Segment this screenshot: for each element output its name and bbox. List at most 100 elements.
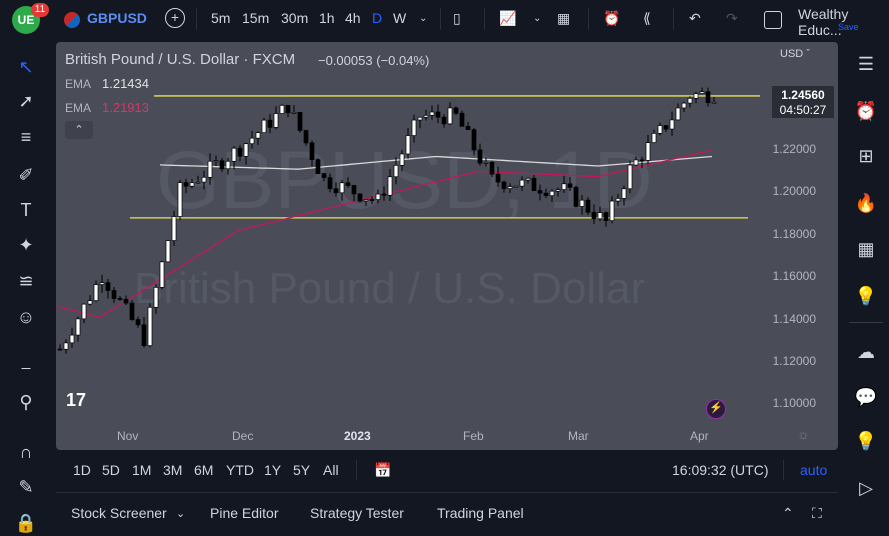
candle bbox=[57, 344, 63, 351]
play-icon[interactable]: ▷ bbox=[852, 474, 880, 502]
settings-icon[interactable]: ☼ bbox=[797, 426, 810, 442]
candle-body bbox=[117, 298, 123, 300]
ruler-icon[interactable]: ⎯ bbox=[13, 354, 39, 380]
auto-scale-toggle[interactable]: auto bbox=[800, 462, 827, 478]
emoji-icon[interactable]: ☺ bbox=[13, 304, 39, 330]
replay-icon[interactable]: ⟪ bbox=[643, 10, 651, 27]
currency-dropdown[interactable]: USD ˇ bbox=[780, 48, 810, 60]
candle bbox=[459, 110, 465, 127]
cursor-icon[interactable]: ↖ bbox=[13, 54, 39, 80]
text-icon[interactable]: T bbox=[13, 197, 39, 223]
compare-add-icon[interactable]: + bbox=[165, 8, 185, 28]
candle-body bbox=[633, 159, 639, 166]
symbol-search[interactable]: GBPUSD bbox=[87, 10, 147, 26]
candle bbox=[195, 175, 201, 184]
chevron-down-icon[interactable]: ⌄ bbox=[176, 507, 185, 520]
candle bbox=[399, 149, 405, 172]
tab-stock-screener[interactable]: Stock Screener bbox=[71, 505, 167, 521]
magnet-icon[interactable]: ∩ bbox=[13, 439, 39, 465]
tab-strategy-tester[interactable]: Strategy Tester bbox=[310, 505, 404, 521]
interval-15m[interactable]: 15m bbox=[242, 10, 269, 26]
range-1M[interactable]: 1M bbox=[132, 462, 151, 478]
notification-badge: 11 bbox=[31, 3, 49, 17]
range-5Y[interactable]: 5Y bbox=[293, 462, 310, 478]
utc-clock[interactable]: 16:09:32 (UTC) bbox=[672, 462, 768, 478]
tab-pine-editor[interactable]: Pine Editor bbox=[210, 505, 278, 521]
candle-body bbox=[609, 200, 615, 221]
candle bbox=[117, 296, 123, 301]
range-YTD[interactable]: YTD bbox=[226, 462, 254, 478]
candle-body bbox=[585, 199, 591, 213]
lock-icon[interactable]: 🔒 bbox=[13, 510, 39, 536]
interval-1h[interactable]: 1h bbox=[319, 10, 335, 26]
candle-body bbox=[501, 181, 507, 189]
candle-body bbox=[291, 112, 297, 114]
interval-30m[interactable]: 30m bbox=[281, 10, 308, 26]
range-3M[interactable]: 3M bbox=[163, 462, 182, 478]
tab-trading-panel[interactable]: Trading Panel bbox=[437, 505, 524, 521]
chevron-down-icon[interactable]: ⌄ bbox=[419, 13, 427, 24]
candle bbox=[531, 174, 537, 191]
candle bbox=[243, 142, 249, 165]
collapse-legend-button[interactable]: ⌃ bbox=[65, 121, 93, 139]
range-6M[interactable]: 6M bbox=[194, 462, 213, 478]
candle-body bbox=[57, 348, 63, 351]
candle bbox=[207, 153, 213, 185]
candle-body bbox=[495, 173, 501, 183]
zoom-icon[interactable]: ⚲ bbox=[13, 389, 39, 415]
candle-body bbox=[99, 282, 105, 285]
candle-body bbox=[249, 137, 255, 145]
watchlist-icon[interactable]: ☰ bbox=[852, 50, 880, 78]
lock-draw-icon[interactable]: ✎ bbox=[13, 474, 39, 500]
fib-icon[interactable]: ≡ bbox=[13, 124, 39, 150]
redo-icon[interactable]: ↷ bbox=[726, 10, 738, 27]
price-chart[interactable] bbox=[56, 42, 838, 450]
maximize-panel-icon[interactable]: ⛶ bbox=[812, 505, 822, 522]
candle-body bbox=[669, 119, 675, 130]
undo-icon[interactable]: ↶ bbox=[689, 10, 701, 27]
add-list-icon[interactable]: ⊞ bbox=[852, 142, 880, 170]
interval-5m[interactable]: 5m bbox=[211, 10, 230, 26]
brush-icon[interactable]: ✐ bbox=[13, 162, 39, 188]
lightning-icon[interactable]: ⚡ bbox=[706, 399, 726, 419]
alarm-clock-icon[interactable]: ⏰ bbox=[852, 97, 880, 125]
interval-4h[interactable]: 4h bbox=[345, 10, 361, 26]
messages-icon[interactable]: 💬 bbox=[852, 383, 880, 411]
candle bbox=[417, 116, 423, 129]
candle bbox=[267, 114, 273, 134]
range-All[interactable]: All bbox=[323, 462, 339, 478]
range-1D[interactable]: 1D bbox=[73, 462, 91, 478]
trendline-icon[interactable]: ➚ bbox=[13, 88, 39, 114]
save-button[interactable]: Save bbox=[838, 22, 859, 32]
chart-panel[interactable]: GBPUSD, 1D British Pound / U.S. Dollar B… bbox=[56, 42, 838, 450]
candle-body bbox=[165, 240, 171, 263]
forecast-icon[interactable]: ≌ bbox=[13, 268, 39, 294]
candle-body bbox=[363, 199, 369, 202]
candle bbox=[273, 106, 279, 130]
ideas-bulb-icon[interactable]: 💡 bbox=[852, 282, 880, 310]
range-5D[interactable]: 5D bbox=[102, 462, 120, 478]
indicators-icon[interactable]: 📈 bbox=[499, 10, 516, 27]
interval-W[interactable]: W bbox=[393, 10, 406, 26]
interval-D[interactable]: D bbox=[372, 10, 382, 26]
layout-grid-icon[interactable]: ▦ bbox=[557, 10, 570, 27]
hotlist-fire-icon[interactable]: 🔥 bbox=[852, 189, 880, 217]
collapse-panel-icon[interactable]: ⌃ bbox=[782, 505, 794, 522]
streams-icon[interactable]: 💡 bbox=[852, 427, 880, 455]
calendar-icon[interactable]: ▦ bbox=[852, 235, 880, 263]
chevron-down-icon[interactable]: ⌄ bbox=[533, 13, 541, 24]
range-1Y[interactable]: 1Y bbox=[264, 462, 281, 478]
pattern-icon[interactable]: ✦ bbox=[13, 232, 39, 258]
fullscreen-icon[interactable] bbox=[764, 11, 782, 29]
goto-date-icon[interactable]: 📅 bbox=[374, 462, 391, 479]
candles-icon[interactable]: ▯ bbox=[453, 10, 461, 27]
candle-body bbox=[225, 160, 231, 170]
candle-body bbox=[693, 93, 699, 99]
chat-cloud-icon[interactable]: ☁ bbox=[852, 338, 880, 366]
right-widgetbar: ☰ ⏰ ⊞ 🔥 ▦ 💡 ☁ 💬 💡 ▷ bbox=[843, 42, 889, 532]
alert-icon[interactable]: ⏰ bbox=[603, 10, 620, 27]
candle-body bbox=[699, 91, 705, 94]
candle bbox=[333, 182, 339, 197]
price-tick: 1.22000 bbox=[772, 142, 816, 156]
candle bbox=[303, 129, 309, 146]
